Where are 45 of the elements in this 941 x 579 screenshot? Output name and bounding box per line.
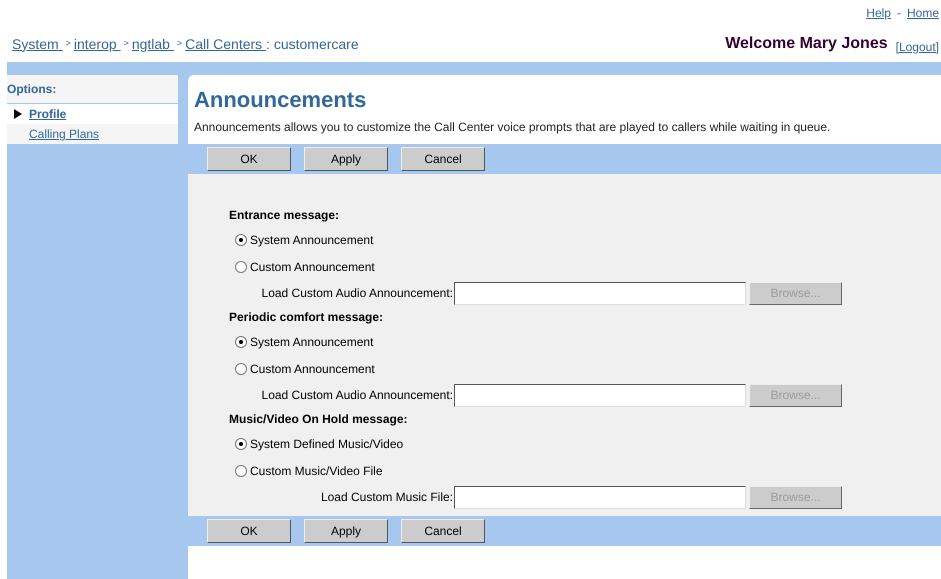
section-title: Music/Video On Hold message: (229, 411, 408, 428)
file-label: Load Custom Audio Announcement: (260, 285, 453, 302)
radio-button[interactable] (235, 362, 247, 374)
breadcrumb-separator: > (176, 37, 182, 50)
form-button[interactable]: OK (207, 147, 291, 171)
form-button[interactable]: OK (207, 519, 291, 543)
separator-text: - (896, 5, 901, 22)
nav-link[interactable]: Home (906, 4, 939, 22)
breadcrumb-link[interactable]: ngtlab (132, 34, 174, 54)
radio-button[interactable] (235, 464, 247, 476)
breadcrumb-link[interactable]: System (12, 34, 63, 54)
form-button[interactable]: Cancel (401, 519, 485, 543)
radio-label: Custom Announcement (250, 360, 375, 378)
radio-label: Custom Music/Video File (250, 462, 382, 480)
form-button[interactable]: Apply (304, 147, 388, 171)
radio-label: System Announcement (250, 232, 374, 248)
section-title: Entrance message: (229, 207, 340, 224)
breadcrumb-link[interactable]: Call Centers (185, 34, 266, 54)
welcome-text: Welcome Mary Jones (725, 34, 888, 54)
radio-label: System Announcement (250, 334, 374, 350)
form-button[interactable]: Apply (304, 519, 388, 543)
radio-label: Custom Announcement (250, 258, 375, 276)
file-path-field[interactable] (454, 486, 746, 508)
form-button[interactable]: Cancel (401, 147, 485, 171)
breadcrumb-current: : customercare (266, 34, 359, 54)
nav-link[interactable]: Help (866, 4, 891, 22)
breadcrumb-separator: > (66, 37, 71, 50)
page-description: Announcements allows you to customize the Call Center voice prompts that are played to callers while waiting in queue. (194, 119, 832, 136)
file-path-field[interactable] (454, 384, 746, 406)
arrow-icon (14, 109, 22, 119)
radio-button[interactable] (235, 336, 247, 348)
sidebar-item[interactable]: Profile (7, 104, 178, 124)
logout-link[interactable]: [Logout] (896, 38, 939, 56)
sidebar-item[interactable]: Calling Plans (7, 124, 178, 144)
file-label: Load Custom Audio Announcement: (260, 387, 453, 404)
radio-button[interactable] (235, 438, 247, 450)
radio-label: System Defined Music/Video (250, 436, 404, 452)
radio-button[interactable] (235, 260, 247, 272)
page-title: Announcements (194, 87, 368, 113)
breadcrumb-separator: > (124, 37, 129, 50)
file-label: Load Custom Music File: (320, 489, 453, 506)
breadcrumb-link[interactable]: interop (74, 34, 121, 54)
radio-button[interactable] (235, 234, 247, 246)
file-path-field[interactable] (454, 282, 746, 304)
section-title: Periodic comfort message: (229, 309, 384, 326)
